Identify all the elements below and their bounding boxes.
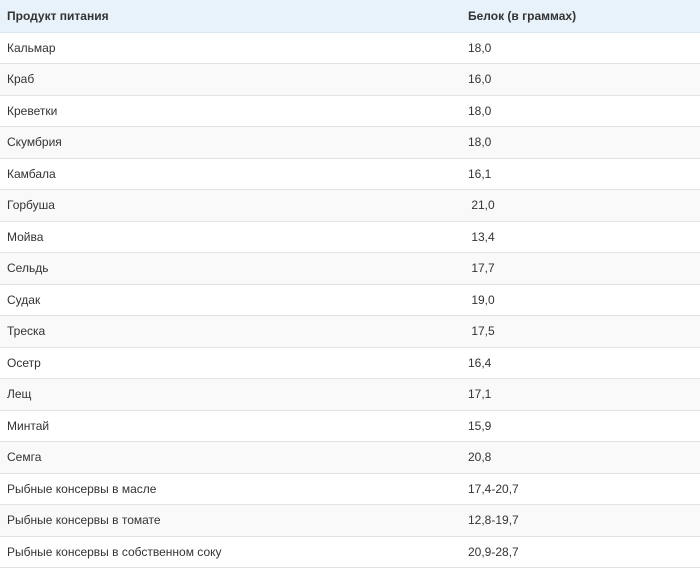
table-row: Краб 16,0 [0,63,700,96]
cell-protein: 17,1 [468,378,700,411]
table-row: Судак 19,0 [0,284,700,316]
table-row: Креветки 18,0 [0,95,700,127]
cell-protein: 17,4-20,7 [468,473,700,505]
cell-product: Рыбные консервы в масле [0,473,468,505]
table-header: Продукт питания Белок (в граммах) [0,0,700,33]
table-row: Рыбные консервы в томате 12,8-19,7 [0,504,700,537]
cell-product: Минтай [0,410,468,442]
cell-product: Рыбные консервы в собственном соку [0,536,468,568]
cell-protein: 15,9 [468,410,700,442]
cell-product: Треска [0,315,468,348]
table-row: Осетр 16,4 [0,347,700,379]
cell-product: Горбуша [0,189,468,222]
cell-product: Креветки [0,95,468,127]
cell-protein: 18,0 [468,95,700,127]
cell-protein: 18,0 [468,126,700,159]
cell-protein: 12,8-19,7 [468,504,700,537]
table-body: Кальмар 18,0 Краб 16,0 Креветки 18,0 Скумбрия 1… [0,32,700,568]
table-row: Горбуша 21,0 [0,189,700,222]
header-product: Продукт питания [0,0,468,33]
cell-protein: 20,8 [468,441,700,474]
cell-product: Лещ [0,378,468,411]
cell-protein: 17,5 [468,315,700,348]
cell-product: Сельдь [0,252,468,285]
table-row: Камбала 16,1 [0,158,700,190]
cell-product: Камбала [0,158,468,190]
cell-protein: 16,1 [468,158,700,190]
table-row: Минтай 15,9 [0,410,700,442]
table-row: Рыбные консервы в собственном соку 20,9-2… [0,536,700,568]
cell-product: Судак [0,284,468,316]
table-row: Мойва 13,4 [0,221,700,253]
table-row: Скумбрия 18,0 [0,126,700,159]
protein-table: Продукт питания Белок (в граммах) Кальма… [0,0,700,568]
table-row: Треска 17,5 [0,315,700,348]
table-row: Рыбные консервы в масле 17,4-20,7 [0,473,700,505]
table-row: Сельдь 17,7 [0,252,700,285]
cell-protein: 16,0 [468,63,700,96]
cell-protein: 19,0 [468,284,700,316]
cell-product: Рыбные консервы в томате [0,504,468,537]
table-row: Лещ 17,1 [0,378,700,411]
cell-product: Мойва [0,221,468,253]
table-header-row: Продукт питания Белок (в граммах) [0,0,700,33]
cell-protein: 18,0 [468,32,700,64]
cell-protein: 21,0 [468,189,700,222]
cell-protein: 20,9-28,7 [468,536,700,568]
cell-protein: 13,4 [468,221,700,253]
cell-product: Семга [0,441,468,474]
table-row: Семга 20,8 [0,441,700,474]
cell-product: Краб [0,63,468,96]
table-row: Кальмар 18,0 [0,32,700,64]
cell-protein: 16,4 [468,347,700,379]
cell-product: Скумбрия [0,126,468,159]
cell-product: Осетр [0,347,468,379]
header-protein: Белок (в граммах) [468,0,700,33]
cell-product: Кальмар [0,32,468,64]
cell-protein: 17,7 [468,252,700,285]
